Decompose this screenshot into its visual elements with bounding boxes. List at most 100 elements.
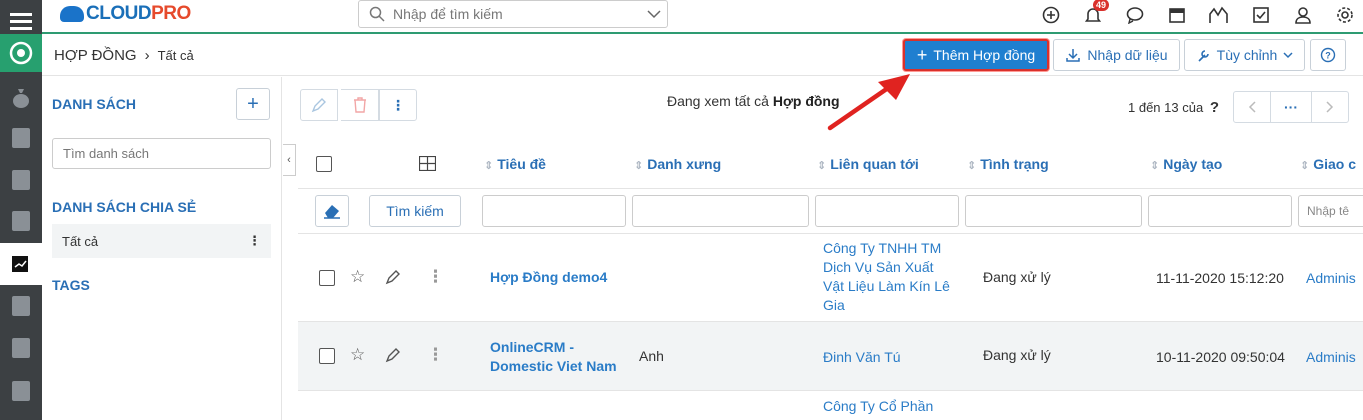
collapse-sidebar-button[interactable]: ‹ [283,144,296,176]
row-checkbox[interactable] [319,348,335,364]
pencil-icon[interactable] [385,347,401,363]
add-list-button[interactable]: + [236,88,270,120]
search-input[interactable] [393,6,643,22]
row-assigned[interactable]: Adminis [1306,348,1356,367]
home-icon[interactable] [0,34,42,72]
table-row[interactable]: ☆ ⋮ Hợp Đồng demo4 Công Ty TNHH TM Dịch … [298,234,1363,322]
filter-related-input[interactable] [815,195,959,227]
more-actions-button[interactable]: ⋮ [379,89,417,121]
column-header-title[interactable]: ⇕ Tiêu đề [484,156,546,172]
tasks-checkbox-icon[interactable] [1251,5,1271,25]
pager-total-unknown[interactable]: ? [1210,99,1219,116]
contract-icon[interactable] [0,243,42,285]
more-vertical-icon: ⋮ [391,96,405,113]
row-related[interactable]: Công Ty TNHH TM Dịch Vụ Sản Xuất Vật Liệ… [823,239,958,315]
notification-bell-icon[interactable]: 49 [1083,0,1110,25]
add-contract-label: Thêm Hợp đồng [933,47,1036,63]
filter-assigned-input[interactable]: Nhập tê [1298,195,1363,227]
upload-icon[interactable] [0,285,42,327]
row-title[interactable]: OnlineCRM - Domestic Viet Nam [490,338,625,376]
prev-page-button[interactable] [1233,91,1271,123]
notification-badge: 49 [1093,0,1110,11]
column-header-salutation[interactable]: ⇕ Danh xưng [634,156,721,172]
star-icon[interactable]: ☆ [350,345,365,365]
column-related-label: Liên quan tới [830,156,919,172]
search-button[interactable]: Tìm kiếm [369,195,461,227]
sort-icon: ⇕ [1150,160,1160,172]
row-related[interactable]: Công Ty Cổ Phần [823,397,958,416]
more-vertical-icon[interactable]: ⋮ [427,345,444,365]
filter-status-input[interactable] [965,195,1142,227]
logo[interactable]: CLOUDPRO [60,3,191,25]
column-created-label: Ngày tạo [1163,156,1223,172]
pencil-icon[interactable] [385,269,401,285]
breadcrumb-separator-icon: › [144,47,150,64]
viewing-prefix: Đang xem tất cả [667,93,773,109]
pager-info: 1 đến 13 của ? [1128,99,1219,116]
row-checkbox[interactable] [319,270,335,286]
table-row[interactable]: ☆ ⋮ OnlineCRM - Domestic Viet Nam Anh Đi… [298,322,1363,391]
help-button[interactable]: ? [1310,39,1346,71]
list-sidebar: DANH SÁCH + Tìm danh sách DANH SÁCH CHIA… [42,77,282,420]
chat-icon[interactable] [1125,5,1145,25]
plus-icon: + [916,45,928,65]
more-vertical-icon[interactable]: ⋮ [427,267,444,287]
row-title[interactable]: Hợp Đồng demo4 [490,268,630,287]
add-circle-icon[interactable] [1041,5,1061,25]
table-row[interactable]: Công Ty Cổ Phần [298,391,1363,420]
list-title: DANH SÁCH [52,96,136,112]
more-vertical-icon[interactable]: ⋮ [248,233,261,249]
column-status-label: Tình trạng [980,156,1049,172]
filter-created-input[interactable] [1148,195,1292,227]
next-page-button[interactable] [1311,91,1349,123]
settings-gear-icon[interactable] [1335,5,1355,25]
sort-icon: ⇕ [634,160,644,172]
row-status: Đang xử lý [983,269,1051,285]
sidebar-item-all[interactable]: Tất cả ⋮ [52,224,271,258]
calendar-icon[interactable] [1167,5,1187,25]
list-search-input[interactable]: Tìm danh sách [52,138,271,169]
table-header: ⇕ Tiêu đề ⇕ Danh xưng ⇕ Liên quan tới ⇕ Tình… [298,139,1363,189]
breadcrumb-view: Tất cả [157,48,194,63]
column-header-created[interactable]: ⇕ Ngày tạo [1150,156,1222,172]
column-grid-icon[interactable] [419,156,436,171]
import-data-label: Nhập dữ liệu [1087,47,1168,63]
breadcrumb-module[interactable]: HỢP ĐỒNG [54,47,137,64]
book-icon[interactable] [0,327,42,369]
invoice-icon[interactable] [0,159,42,201]
page-more-button[interactable]: ··· [1270,91,1312,123]
add-contract-button[interactable]: + Thêm Hợp đồng [903,39,1049,71]
money-bag-icon[interactable] [0,77,42,119]
chevron-left-icon [1248,101,1256,113]
reports-chart-icon[interactable] [1209,5,1229,25]
download-icon[interactable] [0,370,42,412]
row-related[interactable]: Đinh Văn Tú [823,348,958,367]
select-all-checkbox[interactable] [316,156,332,172]
chevron-right-icon [1326,101,1334,113]
row-assigned[interactable]: Adminis [1306,269,1356,288]
sidebar-item-label: Tất cả [62,233,99,249]
edit-button[interactable] [300,89,338,121]
annotation-arrow-icon [827,74,910,131]
logo-text-main: CLOUD [86,3,152,24]
top-bar: CLOUDPRO 49 [42,0,1363,34]
row-created: 11-11-2020 15:12:20 [1156,270,1284,286]
user-profile-icon[interactable] [1293,5,1313,25]
customize-button[interactable]: Tùy chỉnh [1184,39,1305,71]
import-data-button[interactable]: Nhập dữ liệu [1053,39,1180,71]
filter-title-input[interactable] [482,195,626,227]
clear-filters-button[interactable] [315,195,349,227]
document-icon[interactable] [0,117,42,159]
delete-button[interactable] [341,89,379,121]
star-icon[interactable]: ☆ [350,267,365,287]
filter-row: Tìm kiếm Nhập tê [298,189,1363,234]
column-header-status[interactable]: ⇕ Tình trạng [967,156,1049,172]
column-header-related[interactable]: ⇕ Liên quan tới [817,156,919,172]
chevron-down-icon[interactable] [647,9,661,19]
filter-salutation-input[interactable] [632,195,809,227]
dollar-document-icon[interactable] [0,200,42,242]
global-search[interactable] [358,0,668,28]
shared-list-title: DANH SÁCH CHIA SẺ [52,199,197,215]
sort-icon: ⇕ [484,160,494,172]
column-header-assigned[interactable]: ⇕ Giao c [1300,156,1356,172]
